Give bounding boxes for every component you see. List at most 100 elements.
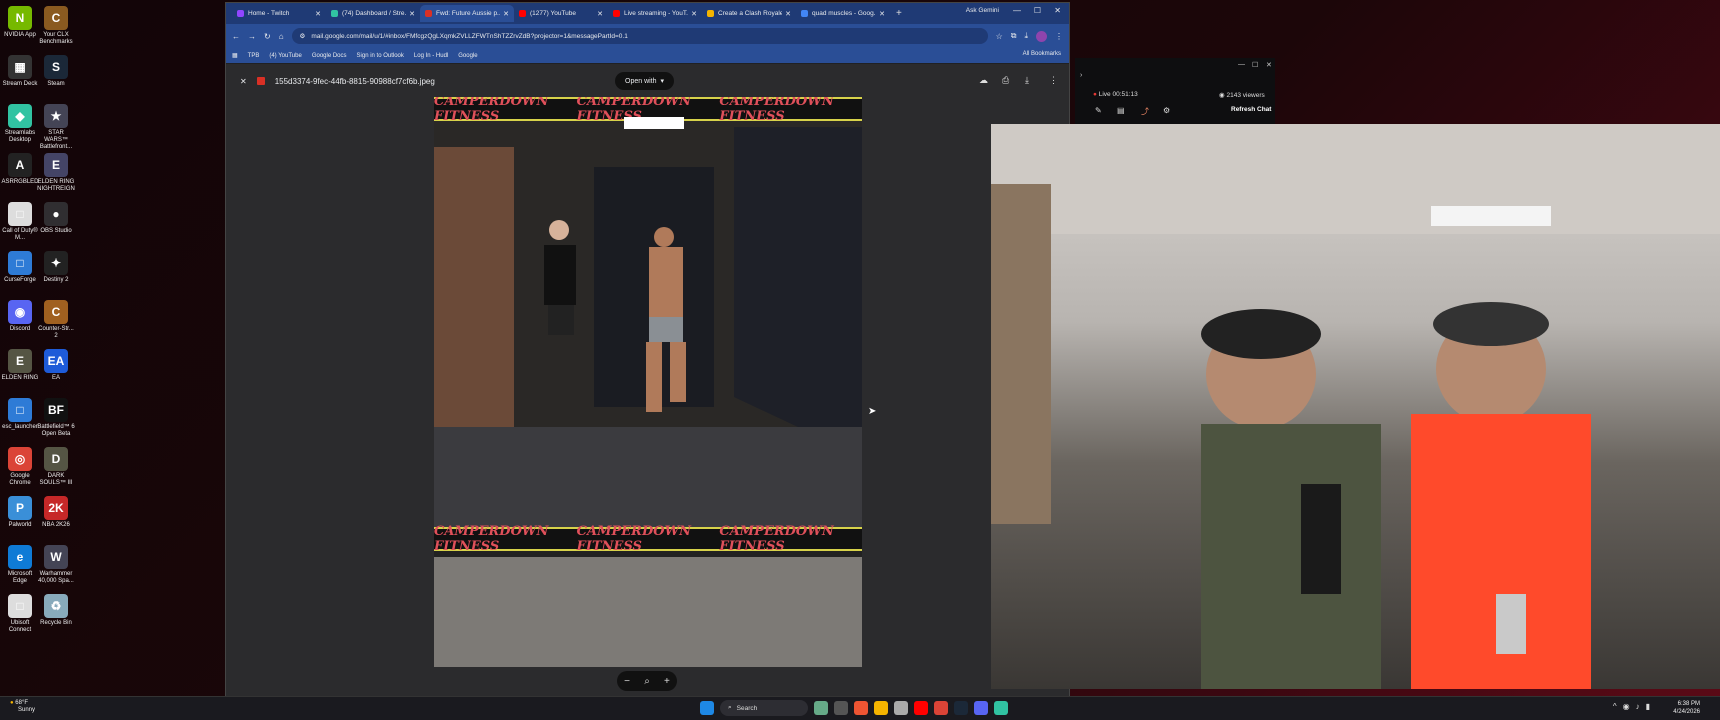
desktop-icon[interactable]: ◆ Streamlabs Desktop [0, 104, 40, 144]
volume-icon[interactable]: ♪ [1636, 702, 1646, 711]
desktop-icon[interactable]: ♻ Recycle Bin [36, 594, 76, 627]
extensions-icon[interactable]: ⧉ [1011, 31, 1017, 41]
desktop-icon[interactable]: e Microsoft Edge [0, 545, 40, 585]
tab-close-icon[interactable]: ✕ [409, 10, 415, 18]
desktop-icon[interactable]: E ELDEN RING NIGHTREIGN [36, 153, 76, 193]
bookmark-item[interactable]: Log In - Hudl [414, 53, 448, 59]
tab-close-icon[interactable]: ✕ [503, 10, 509, 18]
minimize-icon[interactable]: — [1013, 6, 1021, 15]
start-icon[interactable] [700, 701, 714, 715]
desktop-icon[interactable]: ◉ Discord [0, 300, 40, 333]
bookmark-item[interactable]: Sign in to Outlook [357, 53, 404, 59]
desktop-icon[interactable]: ▦ Stream Deck [0, 55, 40, 88]
browser-tab[interactable]: Live streaming - YouT... ✕ [608, 5, 702, 22]
bookmark-item[interactable]: Google Docs [312, 53, 347, 59]
tab-close-icon[interactable]: ✕ [691, 10, 697, 18]
share-icon[interactable]: ⤴ [1141, 106, 1149, 117]
desktop-icon[interactable]: W Warhammer 40,000 Spa... [36, 545, 76, 585]
forward-icon[interactable]: → [248, 32, 256, 41]
desktop-icon[interactable]: EA EA [36, 349, 76, 382]
new-tab-button[interactable]: + [896, 8, 902, 19]
store-icon[interactable] [894, 701, 908, 715]
desktop-icon[interactable]: ● OBS Studio [36, 202, 76, 235]
address-bar[interactable]: ⚙ mail.google.com/mail/u/1/#inbox/FMfcgz… [291, 28, 988, 44]
bookmark-item[interactable]: TPB [248, 53, 260, 59]
tab-close-icon[interactable]: ✕ [879, 10, 885, 18]
desktop-icon[interactable]: □ Call of Duty® M... [0, 202, 40, 242]
browser-tab[interactable]: quad muscles - Goog... ✕ [796, 5, 890, 22]
ask-gemini-button[interactable]: Ask Gemini [966, 7, 999, 14]
maximize-icon[interactable]: ☐ [1034, 6, 1041, 15]
downloads-icon[interactable]: ⤓ [1024, 31, 1028, 41]
discord-icon[interactable] [974, 701, 988, 715]
close-icon[interactable]: ✕ [1054, 6, 1061, 15]
minimize-icon[interactable]: — [1238, 61, 1245, 68]
bookmark-star-icon[interactable]: ☆ [996, 32, 1003, 41]
desktop-icon[interactable]: D DARK SOULS™ III [36, 447, 76, 487]
menu-icon[interactable]: ⋮ [1055, 32, 1063, 41]
add-to-drive-icon[interactable]: ☁ [979, 75, 988, 86]
streamlabs-icon[interactable] [994, 701, 1008, 715]
open-with-button[interactable]: Open with ▾ [615, 72, 675, 90]
battery-icon[interactable]: ▮ [1646, 702, 1656, 711]
steam-icon[interactable] [954, 701, 968, 715]
tab-close-icon[interactable]: ✕ [597, 10, 603, 18]
copilot-icon[interactable] [854, 701, 868, 715]
desktop-icon[interactable]: C Counter-Str... 2 [36, 300, 76, 340]
desktop-icon[interactable]: ◎ Google Chrome [0, 447, 40, 487]
desktop-icon[interactable]: E ELDEN RING [0, 349, 40, 382]
clip-icon[interactable]: ▤ [1117, 106, 1125, 115]
browser-tab[interactable]: (1277) YouTube ✕ [514, 5, 608, 22]
desktop-icon[interactable]: N NVIDIA App [0, 6, 40, 39]
zoom-icon[interactable]: ⌕ [644, 676, 650, 687]
desktop-icon[interactable]: ★ STAR WARS™ Battlefront... [36, 104, 76, 151]
browser-tab[interactable]: Create a Clash Royale... ✕ [702, 5, 796, 22]
taskbar-search[interactable]: ⌕ Search [720, 700, 808, 716]
desktop-icon[interactable]: □ CurseForge [0, 251, 40, 284]
desktop-icon[interactable]: □ esc_launcher [0, 398, 40, 431]
home-icon[interactable]: ⌂ [279, 32, 284, 41]
browser-tab[interactable]: Fwd: Future Aussie p... ✕ [420, 5, 514, 22]
network-icon[interactable]: ◉ [1623, 702, 1636, 711]
profile-avatar[interactable] [1036, 30, 1047, 42]
weather-widget[interactable]: ● 68°F Sunny [10, 700, 35, 714]
chevron-up-icon[interactable]: ^ [1613, 702, 1623, 711]
close-viewer-icon[interactable]: ✕ [240, 77, 247, 86]
desktop-icon[interactable]: S Steam [36, 55, 76, 88]
refresh-chat-button[interactable]: Refresh Chat [1231, 106, 1271, 113]
download-icon[interactable]: ⤓ [1025, 75, 1029, 86]
browser-tab[interactable]: Home - Twitch ✕ [232, 5, 326, 22]
more-options-icon[interactable]: ⋮ [1049, 75, 1058, 86]
site-info-icon[interactable]: ⚙ [300, 32, 306, 40]
settings-icon[interactable]: ⚙ [1163, 106, 1170, 115]
youtube-icon[interactable] [914, 701, 928, 715]
desktop-icon[interactable]: □ Ubisoft Connect [0, 594, 40, 634]
desktop-icon[interactable]: BF Battlefield™ 6 Open Beta [36, 398, 76, 438]
maximize-icon[interactable]: ☐ [1252, 61, 1258, 69]
desktop-icon[interactable]: P Palworld [0, 496, 40, 529]
chrome-icon[interactable] [934, 701, 948, 715]
desktop-icon[interactable]: C Your CLX Benchmarks [36, 6, 76, 46]
bookmark-item[interactable]: (4) YouTube [269, 53, 301, 59]
file-explorer-icon[interactable] [874, 701, 888, 715]
all-bookmarks-button[interactable]: All Bookmarks [1023, 51, 1061, 57]
tab-close-icon[interactable]: ✕ [785, 10, 791, 18]
zoom-in-icon[interactable]: + [664, 676, 670, 687]
clock[interactable]: 6:38 PM 4/24/2026 [1673, 700, 1700, 716]
widgets-icon[interactable] [814, 701, 828, 715]
desktop-icon[interactable]: A ASRRGBLED [0, 153, 40, 186]
reload-icon[interactable]: ↻ [264, 32, 271, 41]
zoom-out-icon[interactable]: − [624, 676, 630, 687]
apps-icon[interactable]: ▦ [232, 52, 238, 59]
desktop-icon[interactable]: ✦ Destiny 2 [36, 251, 76, 284]
task-view-icon[interactable] [834, 701, 848, 715]
bookmark-item[interactable]: Google [458, 53, 477, 59]
back-icon[interactable]: ← [232, 32, 240, 41]
chevron-right-icon[interactable]: › [1080, 72, 1082, 79]
close-icon[interactable]: ✕ [1266, 61, 1272, 69]
edit-icon[interactable]: ✎ [1095, 106, 1102, 115]
desktop-icon[interactable]: 2K NBA 2K26 [36, 496, 76, 529]
print-icon[interactable]: ⎙ [1002, 75, 1009, 86]
tab-close-icon[interactable]: ✕ [315, 10, 321, 18]
browser-tab[interactable]: (74) Dashboard / Stre... ✕ [326, 5, 420, 22]
